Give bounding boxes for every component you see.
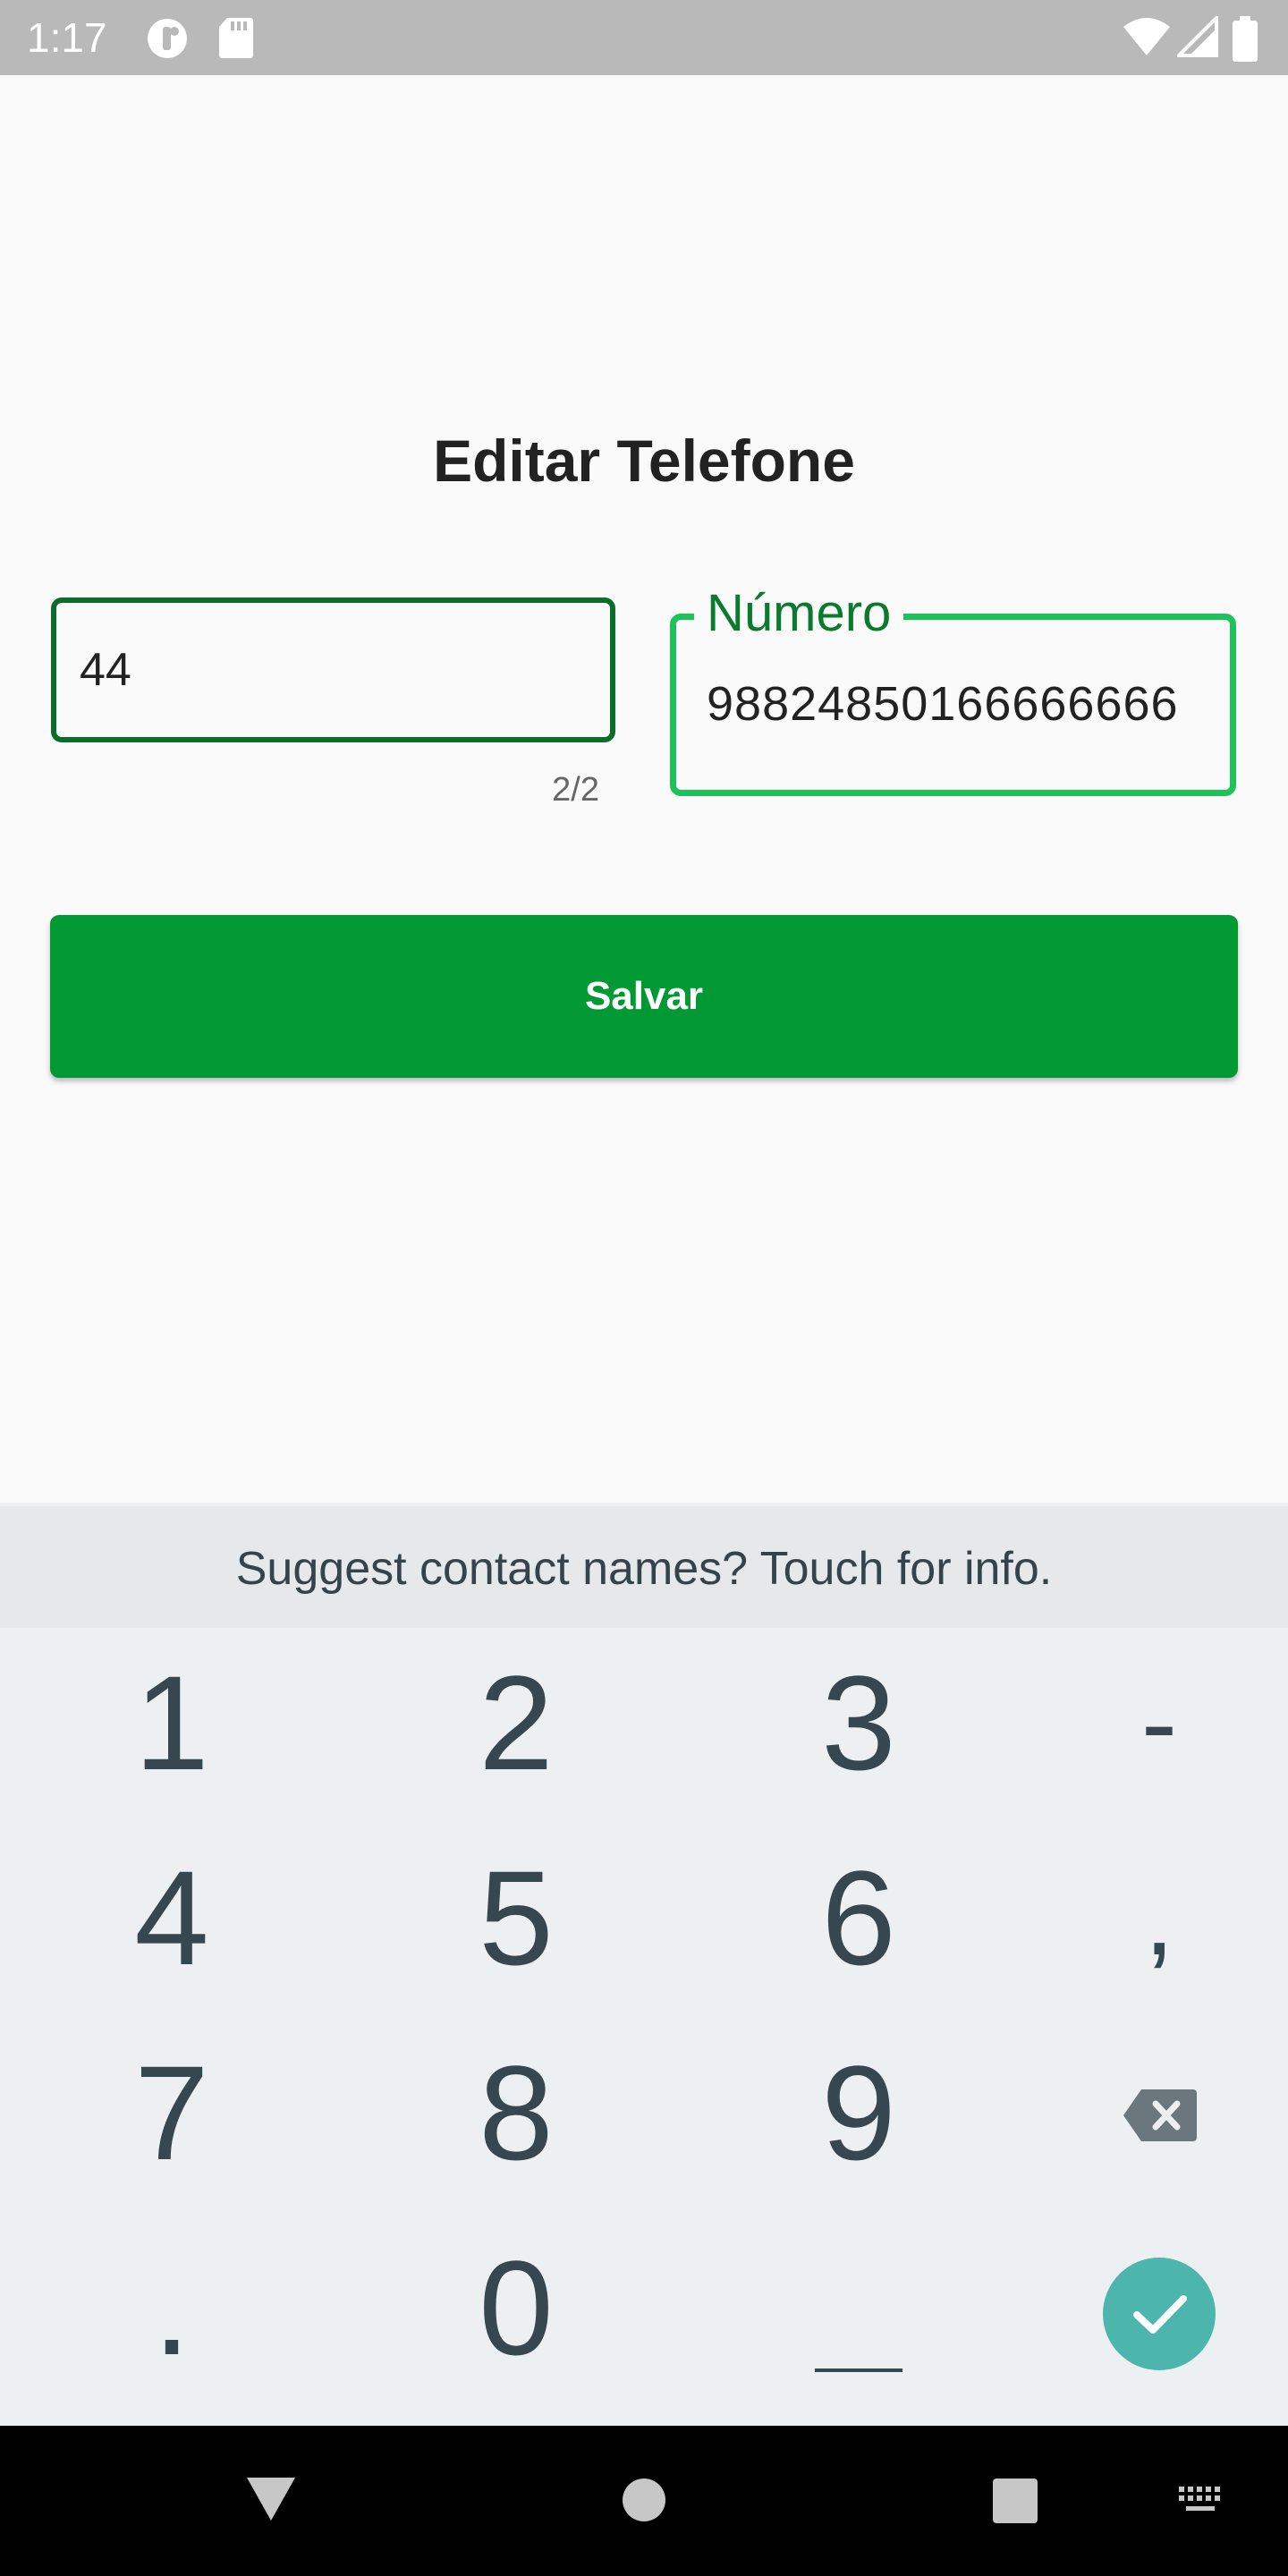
- battery-icon: [1233, 16, 1258, 62]
- backspace-icon[interactable]: [1122, 2088, 1199, 2143]
- phone-number-label: Número: [694, 584, 904, 643]
- sd-card-icon: [219, 18, 253, 58]
- status-time: 1:17: [27, 14, 107, 61]
- key-6[interactable]: 6: [751, 1828, 966, 2007]
- key-3[interactable]: 3: [751, 1633, 966, 1812]
- key-dot[interactable]: .: [64, 2218, 279, 2397]
- area-code-field[interactable]: 44: [51, 597, 615, 742]
- check-icon: [1133, 2295, 1187, 2334]
- key-0[interactable]: 0: [409, 2218, 623, 2397]
- save-button[interactable]: Salvar: [50, 915, 1238, 1078]
- signal-icon: [1177, 16, 1218, 57]
- keyboard-switch-icon[interactable]: [1177, 2485, 1227, 2517]
- key-comma[interactable]: ,: [1052, 1828, 1267, 2007]
- enter-button[interactable]: [1103, 2258, 1216, 2370]
- notification-app-icon: [148, 19, 187, 58]
- key-4[interactable]: 4: [64, 1828, 279, 2007]
- phone-number-value: 98824850166666666: [707, 677, 1179, 731]
- key-9[interactable]: 9: [751, 2023, 966, 2202]
- page-title: Editar Telefone: [433, 428, 855, 494]
- area-code-value: 44: [80, 644, 131, 696]
- area-code-counter: 2/2: [552, 771, 599, 809]
- navigation-bar: [0, 2426, 1288, 2576]
- key-7[interactable]: 7: [64, 2023, 279, 2202]
- key-1[interactable]: 1: [64, 1633, 279, 1812]
- back-icon[interactable]: [245, 2476, 297, 2522]
- recents-icon[interactable]: [992, 2478, 1038, 2524]
- wifi-icon: [1123, 18, 1170, 55]
- status-bar: 1:17: [0, 0, 1288, 75]
- key-dash[interactable]: -: [1052, 1633, 1267, 1812]
- key-8[interactable]: 8: [409, 2023, 623, 2202]
- key-2[interactable]: 2: [409, 1633, 623, 1812]
- phone-number-field[interactable]: Número 98824850166666666: [670, 584, 1236, 796]
- keyboard-suggestion[interactable]: Suggest contact names? Touch for info.: [0, 1503, 1288, 1628]
- home-icon[interactable]: [622, 2478, 666, 2522]
- key-5[interactable]: 5: [409, 1828, 623, 2007]
- space-key[interactable]: [815, 2368, 902, 2372]
